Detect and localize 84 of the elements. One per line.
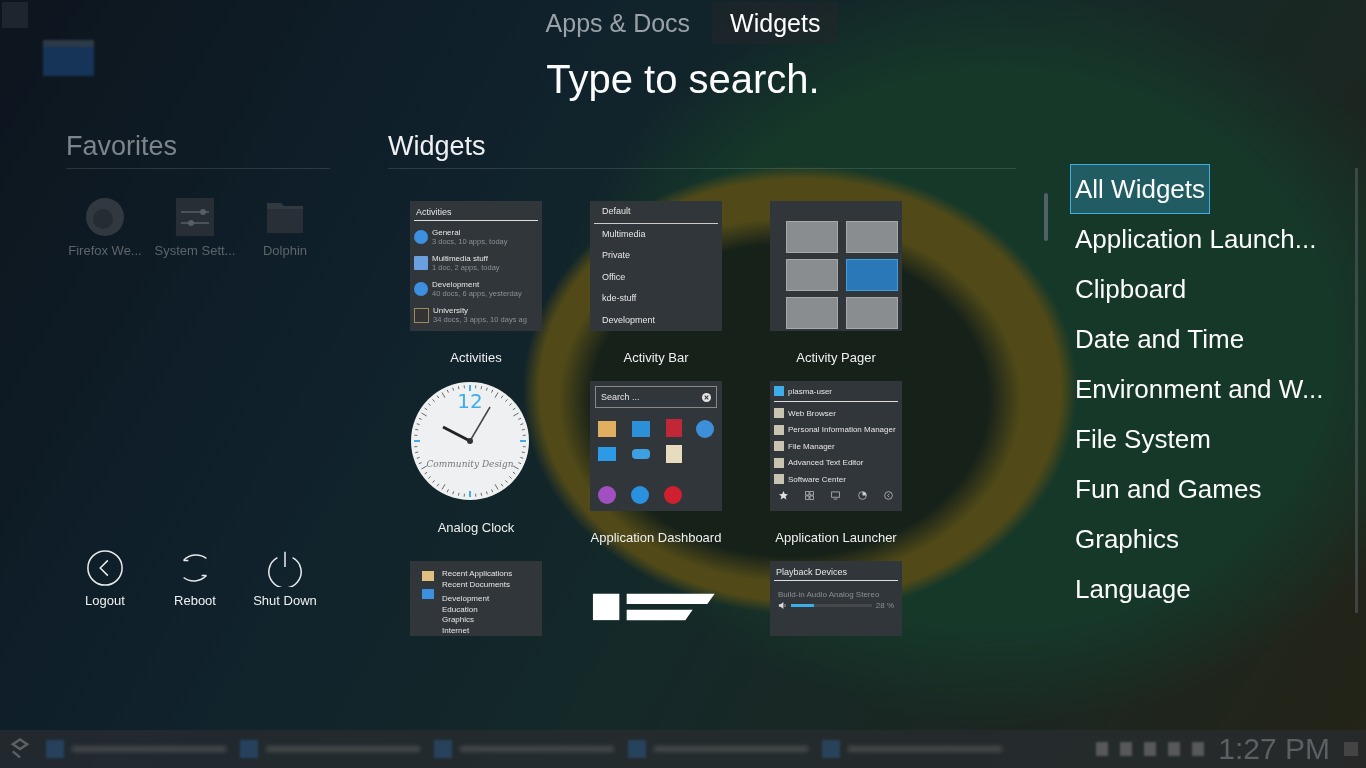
category-item[interactable]: Language <box>1070 564 1196 614</box>
category-item[interactable]: Environment and W... <box>1070 364 1329 414</box>
app-entry: Web Browser <box>788 408 836 418</box>
session-button[interactable]: Shut Down <box>240 549 330 608</box>
app-icon <box>774 441 784 452</box>
menu-entry: Recent Documents <box>442 579 512 590</box>
clock-caption: Community Design <box>426 459 514 469</box>
menu-entry: Education <box>442 604 479 615</box>
view-tab[interactable]: Widgets <box>712 2 839 44</box>
activity-entry: kde-stuff <box>601 292 638 306</box>
widget-name: Application Dashboard <box>590 530 722 545</box>
desktop-folder-icon <box>43 40 94 76</box>
grid-icon <box>805 490 815 500</box>
widget-name: Analog Clock <box>436 520 516 535</box>
menu-entry: Development <box>442 594 491 605</box>
panel-menu-icon[interactable] <box>1344 742 1358 756</box>
user-avatar-icon <box>774 386 784 396</box>
app-entry: Advanced Text Editor <box>788 458 864 468</box>
category-item[interactable]: Graphics <box>1070 514 1185 564</box>
mail-icon <box>422 589 434 599</box>
category-item[interactable]: Clipboard <box>1070 264 1192 314</box>
folder-icon <box>422 571 434 581</box>
view-tab[interactable]: Apps & Docs <box>527 2 709 44</box>
search-field: Search ... <box>595 386 717 408</box>
app-icon <box>774 474 784 485</box>
widget-preview[interactable]: plasma-user Web Browser Personal Information Manager File Manager Advanced Text Editor Software Center <box>770 381 902 511</box>
category-item[interactable]: Date and Time <box>1070 314 1250 364</box>
globe-icon <box>85 197 125 237</box>
monitor-icon <box>831 490 841 500</box>
menu-entry: Recent Applications <box>442 569 513 580</box>
scrollbar-handle[interactable] <box>1044 193 1048 241</box>
app-icon <box>774 424 784 435</box>
preview-title: Playback Devices <box>775 566 849 579</box>
speaker-icon <box>778 601 787 610</box>
user-name: plasma-user <box>788 386 832 396</box>
widget-preview[interactable]: Recent Applications Recent Documents Development Education Graphics Internet <box>410 561 542 636</box>
activity-entry: Default <box>594 201 718 224</box>
star-icon <box>778 490 788 500</box>
device-name: Build-in Audio Analog Stereo <box>777 589 881 601</box>
activity-entry: Private <box>601 249 631 263</box>
widget-name: Activity Pager <box>795 350 877 365</box>
activity-icon <box>414 230 428 244</box>
volume-reading: 28 % <box>875 601 894 610</box>
menu-entry: Graphics <box>442 615 475 626</box>
power-icon <box>266 549 304 587</box>
system-tray-icons[interactable] <box>1096 742 1205 756</box>
widget-preview[interactable]: 12 Community Design <box>410 381 530 501</box>
widget-name: Activity Bar <box>622 350 690 365</box>
section-title: Widgets <box>388 130 487 163</box>
app-entry: Personal Information Manager <box>788 425 896 435</box>
widget-name: Application Launcher <box>774 530 898 545</box>
activity-name: Development <box>432 280 481 289</box>
widget-preview[interactable]: Search ... <box>590 381 722 511</box>
widget-preview[interactable]: Playback Devices Build-in Audio Analog Stereo 28 % <box>770 561 902 636</box>
menu-entry: Internet <box>442 625 471 636</box>
search-prompt: Type to search. <box>546 56 820 103</box>
section-title: Favorites <box>66 130 179 163</box>
widget-name: Activities <box>449 350 503 365</box>
app-entry: File Manager <box>788 441 835 451</box>
activity-entry: Office <box>601 270 627 284</box>
activity-entry: Development <box>601 313 657 327</box>
app-entry: Software Center <box>788 474 846 484</box>
activity-name: University <box>433 306 470 315</box>
activity-icon <box>414 256 428 270</box>
clear-icon <box>702 392 711 402</box>
activity-entry: Multimedia <box>601 227 647 241</box>
app-icon <box>774 408 784 419</box>
activity-name: General <box>432 228 462 237</box>
preview-title: Activities <box>415 206 453 219</box>
app-icon <box>774 457 784 468</box>
widget-preview[interactable]: Default Multimedia Private Office kde-stuff Development <box>590 201 722 331</box>
activity-icon <box>414 282 428 296</box>
category-item[interactable]: Fun and Games <box>1070 464 1267 514</box>
category-item[interactable]: All Widgets <box>1070 164 1211 214</box>
session-button[interactable]: Reboot <box>150 549 240 608</box>
activity-name: Multimedia stuff <box>432 254 489 263</box>
clock-numeral: 12 <box>457 389 483 413</box>
session-button[interactable]: Logout <box>60 549 150 608</box>
history-icon <box>857 490 867 500</box>
activity-icon <box>414 307 429 323</box>
category-item[interactable]: Application Launch... <box>1070 214 1322 264</box>
sliders-icon <box>175 197 215 237</box>
category-item[interactable]: File System <box>1070 414 1216 464</box>
launcher-icon[interactable] <box>8 737 32 761</box>
